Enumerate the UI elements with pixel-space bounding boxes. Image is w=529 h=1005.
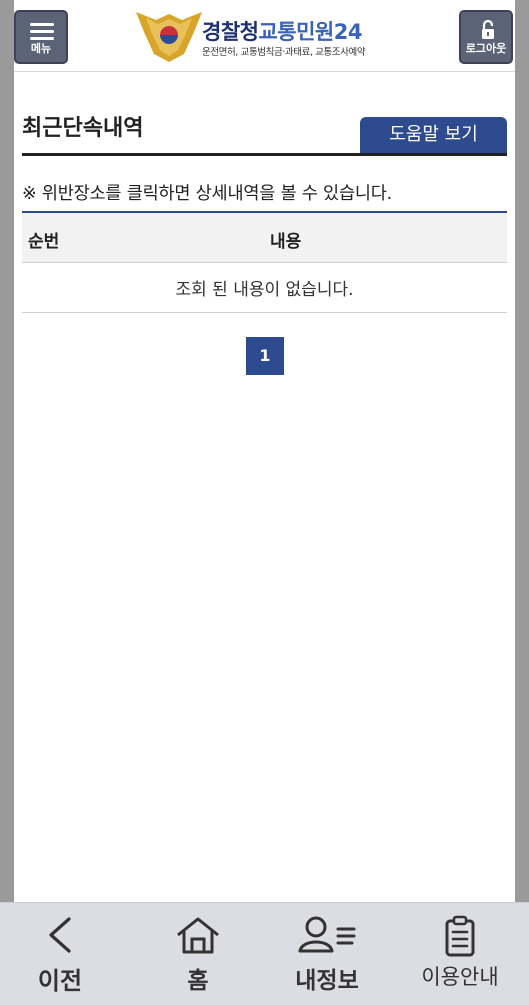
logout-button[interactable]: 로그아웃 <box>459 10 513 64</box>
police-logo[interactable]: 경찰청교통민원24 운전면허, 교통범칙금·과태료, 교통조사예약 <box>134 10 404 62</box>
menu-button[interactable]: 메뉴 <box>14 10 68 64</box>
app-frame: 메뉴 경찰청교통민원24 운전면허, 교통범칙금·과태료, 교통조사예약 로그아… <box>14 0 515 1005</box>
bottom-navigation: 이전 홈 내정보 이용안내 <box>0 902 529 1005</box>
home-icon <box>177 917 219 954</box>
column-header-number: 순번 <box>28 232 60 252</box>
logo-title-sub: 교통민원24 <box>258 20 362 44</box>
clipboard-icon <box>445 915 475 957</box>
nav-prev-label: 이전 <box>37 967 83 995</box>
help-button[interactable]: 도움말 보기 <box>360 117 507 154</box>
page-title: 최근단속내역 <box>22 116 144 141</box>
table-header: 순번 내용 <box>22 213 507 263</box>
nav-myinfo-label: 내정보 <box>295 968 359 994</box>
chevron-left-icon <box>49 917 71 953</box>
police-emblem-icon <box>136 12 202 62</box>
nav-home-button[interactable]: 홈 <box>158 903 238 1003</box>
user-list-icon <box>298 916 356 953</box>
nav-home-label: 홈 <box>187 968 209 994</box>
nav-guide-button[interactable]: 이용안내 <box>410 903 510 1003</box>
logo-title-main: 경찰청 <box>202 20 259 44</box>
logo-subtitle: 운전면허, 교통범칙금·과태료, 교통조사예약 <box>202 47 366 58</box>
nav-prev-button[interactable]: 이전 <box>20 903 100 1003</box>
empty-table-message: 조회 된 내용이 없습니다. <box>22 264 507 313</box>
app-header: 메뉴 경찰청교통민원24 운전면허, 교통범칙금·과태료, 교통조사예약 로그아… <box>14 0 515 72</box>
notice-text: ※ 위반장소를 클릭하면 상세내역을 볼 수 있습니다. <box>22 184 393 204</box>
pagination-page-button[interactable]: 1 <box>246 337 284 375</box>
nav-myinfo-button[interactable]: 내정보 <box>272 903 382 1003</box>
logout-label: 로그아웃 <box>465 42 507 55</box>
column-header-content: 내용 <box>270 232 302 252</box>
menu-label: 메뉴 <box>30 42 52 55</box>
lock-open-icon <box>482 20 494 39</box>
title-divider <box>22 153 507 156</box>
nav-guide-label: 이용안내 <box>421 965 499 989</box>
logo-title: 경찰청교통민원24 <box>202 16 362 46</box>
